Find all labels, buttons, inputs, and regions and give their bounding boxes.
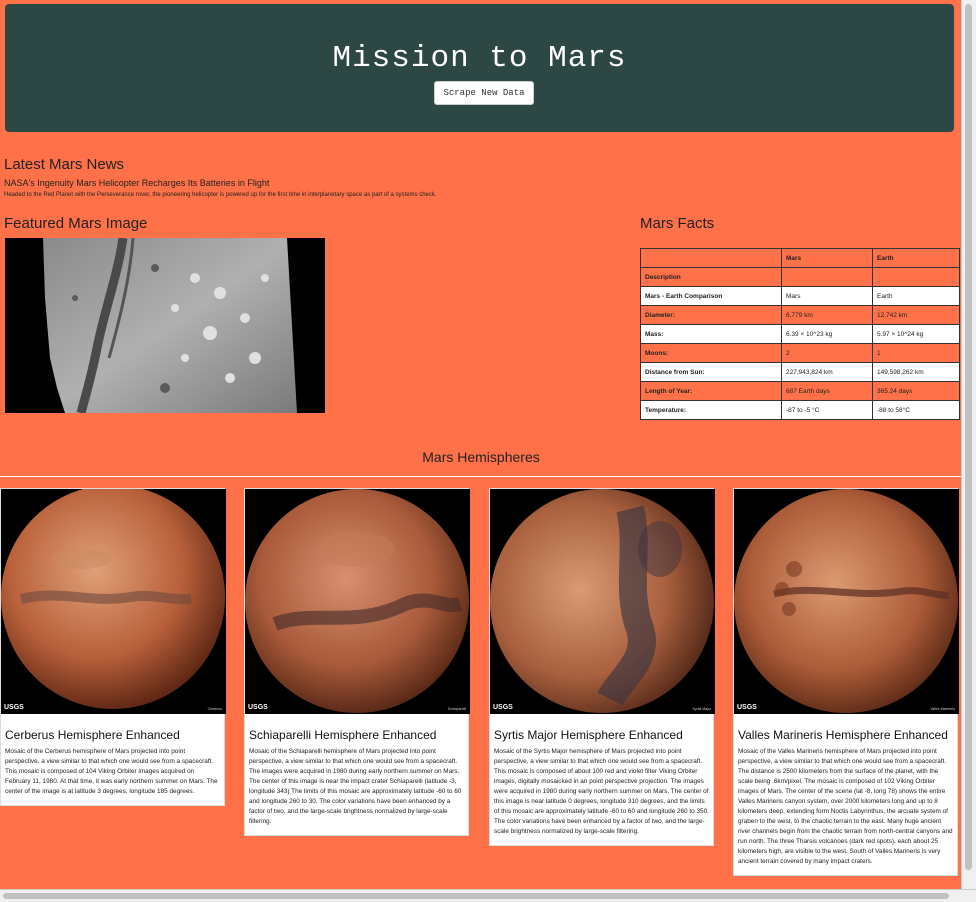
facts-cell	[781, 267, 873, 287]
hemisphere-description: Mosaic of the Cerberus hemisphere of Mar…	[5, 748, 218, 795]
facts-cell: Mars	[781, 286, 873, 306]
facts-cell: Distance from Sun:	[640, 362, 782, 382]
hemisphere-card-syrtis-major: USGS Syrtis Major Syrtis Major Hemispher…	[489, 488, 715, 846]
horizontal-scrollbar[interactable]	[0, 889, 976, 902]
hemisphere-title: Valles Marineris Hemisphere Enhanced	[738, 728, 948, 742]
facts-table: Mars Earth Description Mars - Earth Comp…	[640, 248, 960, 420]
news-title: NASA's Ingenuity Mars Helicopter Recharg…	[4, 178, 270, 188]
scrape-button[interactable]: Scrape New Data	[434, 81, 534, 105]
facts-col-earth: Earth	[872, 248, 960, 268]
hemispheres-heading: Mars Hemispheres	[422, 449, 540, 465]
featured-image-heading: Featured Mars Image	[4, 215, 148, 232]
image-caption: Schiaparelli	[447, 707, 466, 711]
facts-cell: Mars - Earth Comparison	[640, 286, 782, 306]
usgs-logo: USGS	[248, 704, 268, 711]
hemisphere-image-valles-marineris: USGS Valles Marineris	[734, 489, 959, 714]
header-jumbotron: Mission to Mars Scrape New Data	[5, 4, 954, 132]
featured-image	[5, 238, 325, 413]
facts-cell: Description	[640, 267, 782, 287]
vertical-scrollbar-thumb[interactable]	[965, 4, 972, 870]
vertical-scrollbar[interactable]	[961, 0, 976, 890]
facts-cell: 2	[781, 343, 873, 363]
hemisphere-description: Mosaic of the Valles Marineris hemispher…	[738, 748, 953, 865]
hemisphere-description: Mosaic of the Syrtis Major hemisphere of…	[494, 748, 709, 835]
hemisphere-image-schiaparelli: USGS Schiaparelli	[245, 489, 470, 714]
table-row: Length of Year: 687 Earth days 365.24 da…	[640, 381, 960, 401]
facts-col-blank	[640, 248, 782, 268]
usgs-logo: USGS	[4, 704, 24, 711]
news-teaser: Headed to the Red Planet with the Persev…	[4, 192, 437, 198]
hemisphere-title: Schiaparelli Hemisphere Enhanced	[249, 728, 437, 742]
usgs-logo: USGS	[493, 704, 513, 711]
facts-cell: -87 to -5 °C	[781, 400, 873, 420]
facts-cell: 365.24 days	[872, 381, 960, 401]
facts-cell: 227,943,824 km	[781, 362, 873, 382]
image-caption: Valles Marineris	[930, 707, 955, 711]
facts-col-mars: Mars	[781, 248, 873, 268]
page: Mission to Mars Scrape New Data Latest M…	[0, 0, 962, 890]
facts-cell: 1	[872, 343, 960, 363]
facts-cell: Mass:	[640, 324, 782, 344]
facts-cell: Temperature:	[640, 400, 782, 420]
facts-cell: Moons:	[640, 343, 782, 363]
section-divider	[0, 476, 962, 477]
table-row: Diameter: 6,779 km 12,742 km	[640, 305, 960, 325]
facts-cell: Diameter:	[640, 305, 782, 325]
image-caption: Cerberus	[207, 707, 222, 711]
hemisphere-card-valles-marineris: USGS Valles Marineris Valles Marineris H…	[733, 488, 959, 876]
facts-cell: 6.39 × 10^23 kg	[781, 324, 873, 344]
table-row: Temperature: -87 to -5 °C -88 to 58°C	[640, 400, 960, 420]
image-caption: Syrtis Major	[692, 707, 711, 711]
hemisphere-image-cerberus: USGS Cerberus	[1, 489, 226, 714]
facts-cell	[872, 267, 960, 287]
hemisphere-title: Syrtis Major Hemisphere Enhanced	[494, 728, 683, 742]
news-heading: Latest Mars News	[4, 156, 125, 173]
usgs-logo: USGS	[737, 704, 757, 711]
horizontal-scrollbar-thumb[interactable]	[3, 893, 949, 899]
facts-cell: Length of Year:	[640, 381, 782, 401]
hemisphere-card-schiaparelli: USGS Schiaparelli Schiaparelli Hemispher…	[244, 488, 470, 836]
hemisphere-title: Cerberus Hemisphere Enhanced	[5, 728, 180, 742]
hemisphere-description: Mosaic of the Schiaparelli hemisphere of…	[249, 748, 462, 825]
page-title: Mission to Mars	[332, 41, 627, 76]
table-row: Distance from Sun: 227,943,824 km 149,59…	[640, 362, 960, 382]
table-row: Mass: 6.39 × 10^23 kg 5.97 × 10^24 kg	[640, 324, 960, 344]
facts-heading: Mars Facts	[640, 215, 715, 232]
hemisphere-card-cerberus: USGS Cerberus Cerberus Hemisphere Enhanc…	[0, 488, 226, 806]
hemisphere-image-syrtis-major: USGS Syrtis Major	[490, 489, 715, 714]
table-row: Moons: 2 1	[640, 343, 960, 363]
table-row: Description	[640, 267, 960, 287]
table-row: Mars - Earth Comparison Mars Earth	[640, 286, 960, 306]
facts-cell: -88 to 58°C	[872, 400, 960, 420]
facts-cell: 5.97 × 10^24 kg	[872, 324, 960, 344]
facts-cell: 12,742 km	[872, 305, 960, 325]
facts-cell: Earth	[872, 286, 960, 306]
facts-cell: 687 Earth days	[781, 381, 873, 401]
facts-cell: 149,598,262 km	[872, 362, 960, 382]
facts-cell: 6,779 km	[781, 305, 873, 325]
